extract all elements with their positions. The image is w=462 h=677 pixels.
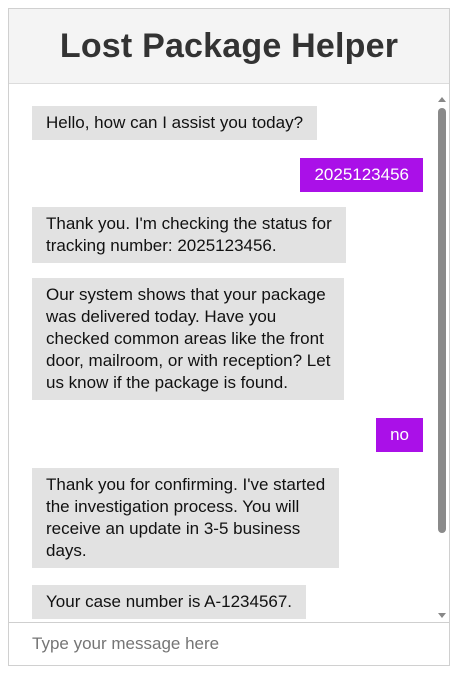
user-message: 2025123456 (300, 158, 423, 192)
page-title: Lost Package Helper (59, 26, 399, 65)
scroll-down-arrow-icon[interactable] (438, 613, 446, 618)
bot-message: Thank you. I'm checking the status for t… (32, 207, 346, 263)
bot-message: Our system shows that your package was d… (32, 278, 345, 400)
bot-message: Hello, how can I assist you today? (32, 106, 318, 140)
message-list[interactable]: Hello, how can I assist you today? 20251… (9, 84, 449, 622)
scrollbar-thumb[interactable] (438, 108, 446, 533)
bot-message: Thank you for confirming. I've started t… (32, 468, 340, 568)
scroll-up-arrow-icon[interactable] (438, 97, 446, 102)
header: Lost Package Helper (9, 9, 449, 84)
message-list-scrollbar[interactable] (437, 92, 448, 622)
bot-message: Your case number is A-1234567. (32, 585, 307, 619)
user-message: no (376, 418, 423, 452)
message-input[interactable] (9, 623, 449, 665)
message-input-bar (9, 622, 449, 665)
chat-window: Lost Package Helper Hello, how can I ass… (8, 8, 450, 666)
